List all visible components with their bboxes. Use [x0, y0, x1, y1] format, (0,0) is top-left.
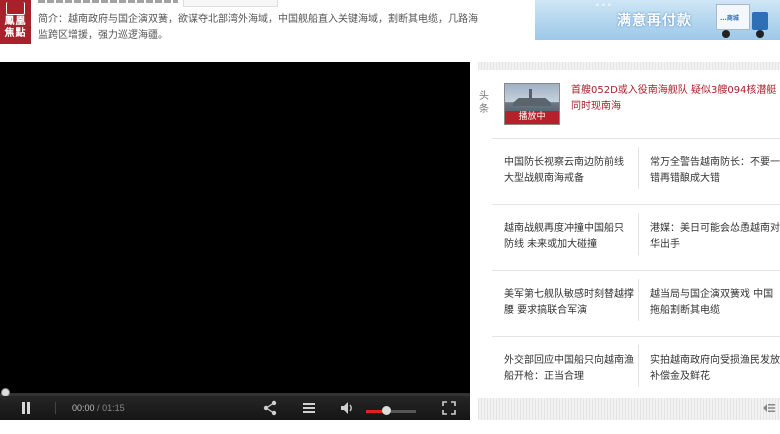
news-row: 外交部回应中国船只向越南渔船开枪：正当合理 实拍越南政府向受损渔民发放补偿金及鲜… — [492, 336, 780, 394]
logo-seal-icon — [6, 2, 25, 15]
control-divider — [55, 402, 56, 414]
featured-headline[interactable]: 播放中 首艘052D或入役南海舰队 疑似3艘094核潜艇同时现南海 — [504, 83, 780, 127]
player-controls: 00:00 / 01:15 — [0, 396, 470, 420]
news-link[interactable]: 实拍越南政府向受损渔民发放补偿金及鲜花 — [650, 353, 780, 385]
share-icon[interactable] — [262, 400, 278, 416]
news-row: 中国防长视察云南边防前线 大型战舰南海戒备 常万全警告越南防长：不要一错再错酿成… — [492, 138, 780, 196]
news-link[interactable]: 中国防长视察云南边防前线 大型战舰南海戒备 — [504, 155, 634, 187]
news-link[interactable]: 外交部回应中国船只向越南渔船开枪：正当合理 — [504, 353, 634, 385]
news-row: 越南战舰再度冲撞中国船只 防线 未来或加大碰撞 港媒：美日可能会怂恿越南对华出手 — [492, 204, 780, 262]
news-link[interactable]: 常万全警告越南防长：不要一错再错酿成大错 — [650, 155, 780, 187]
panel-bottom-border — [478, 398, 780, 420]
time-display: 00:00 / 01:15 — [72, 403, 125, 413]
row-divider — [638, 345, 639, 387]
row-divider — [638, 147, 639, 189]
news-link[interactable]: 港媒：美日可能会怂恿越南对华出手 — [650, 221, 780, 253]
news-row: 美军第七舰队敏感时刻替越撑腰 要求搞联合军演 越当局与国企演双簧戏 中国拖船割断… — [492, 270, 780, 328]
playlist-icon[interactable] — [302, 401, 316, 415]
cropped-title-area — [38, 0, 278, 7]
volume-handle[interactable] — [381, 406, 391, 415]
now-playing-badge: 播放中 — [505, 111, 559, 124]
news-link[interactable]: 越当局与国企演双簧戏 中国拖船割断其电缆 — [650, 287, 780, 319]
panel-top-border — [478, 62, 780, 70]
row-divider — [638, 279, 639, 321]
row-divider — [638, 213, 639, 255]
video-player[interactable]: 00:00 / 01:15 — [0, 62, 470, 420]
duration: 01:15 — [102, 403, 125, 413]
truck-label: ...商城 — [720, 15, 739, 22]
volume-slider[interactable] — [366, 410, 416, 413]
ad-slogan: 满意再付款 — [617, 13, 692, 29]
logo-text: 鳳凰 焦點 — [4, 16, 27, 39]
current-time: 00:00 — [72, 403, 95, 413]
headline-link[interactable]: 首艘052D或入役南海舰队 疑似3艘094核潜艇同时现南海 — [571, 83, 780, 114]
advertisement-banner[interactable]: ... 满意再付款 ...商城 — [535, 0, 780, 40]
fullscreen-icon[interactable] — [442, 401, 456, 415]
headlines-label: 头 条 — [479, 91, 489, 115]
collapse-icon[interactable] — [762, 402, 776, 414]
cropped-title-text — [38, 0, 178, 3]
video-summary: 简介：越南政府与国企演双簧，欲谋夺北部湾外海域，中国舰船直入关键海域，割断其电缆… — [38, 14, 478, 41]
news-link[interactable]: 越南战舰再度冲撞中国船只 防线 未来或加大碰撞 — [504, 221, 634, 253]
ad-headline: ... — [595, 0, 613, 10]
cropped-title-box — [183, 0, 278, 7]
volume-icon[interactable] — [340, 401, 355, 415]
headline-thumbnail[interactable]: 播放中 — [504, 83, 560, 125]
ifeng-focus-logo[interactable]: 鳳凰 焦點 — [0, 0, 31, 44]
news-link[interactable]: 美军第七舰队敏感时刻替越撑腰 要求搞联合军演 — [504, 287, 634, 319]
pause-button[interactable] — [20, 402, 32, 414]
time-separator: / — [97, 403, 100, 413]
